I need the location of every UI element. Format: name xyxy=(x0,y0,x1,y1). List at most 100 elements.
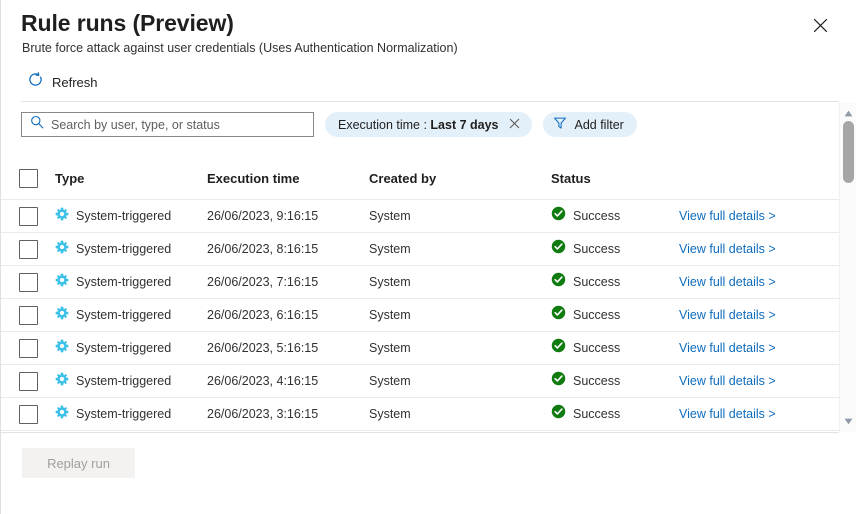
row-checkbox[interactable] xyxy=(18,206,38,226)
close-icon xyxy=(509,116,520,134)
cell-type: System-triggered xyxy=(55,306,207,325)
table-row[interactable]: System-triggered 26/06/2023, 9:16:15 Sys… xyxy=(1,200,839,233)
gear-icon xyxy=(55,405,69,424)
view-full-details-link[interactable]: View full details > xyxy=(679,209,776,223)
table-row[interactable]: System-triggered 26/06/2023, 6:16:15 Sys… xyxy=(1,299,839,332)
close-button[interactable] xyxy=(806,11,834,39)
page-subtitle: Brute force attack against user credenti… xyxy=(22,41,458,55)
cell-actions: View full details > xyxy=(679,405,839,423)
view-full-details-link[interactable]: View full details > xyxy=(679,308,776,322)
footer-divider xyxy=(1,432,839,433)
view-full-details-link[interactable]: View full details > xyxy=(679,407,776,421)
cell-created-by: System xyxy=(369,209,411,223)
cell-execution-time: 26/06/2023, 4:16:15 xyxy=(207,374,319,388)
cell-actions: View full details > xyxy=(679,372,839,390)
search-input[interactable] xyxy=(51,117,307,132)
filter-remove-button[interactable] xyxy=(508,118,522,132)
cell-execution-time: 26/06/2023, 5:16:15 xyxy=(207,341,319,355)
type-label: System-triggered xyxy=(76,275,172,289)
table-row[interactable]: System-triggered 26/06/2023, 5:16:15 Sys… xyxy=(1,332,839,365)
select-all-checkbox[interactable] xyxy=(18,169,38,188)
table-row[interactable]: System-triggered 26/06/2023, 3:16:15 Sys… xyxy=(1,398,839,431)
cell-status: Success xyxy=(551,206,679,226)
table-row[interactable]: System-triggered 26/06/2023, 4:16:15 Sys… xyxy=(1,365,839,398)
success-check-icon xyxy=(551,305,566,325)
type-label: System-triggered xyxy=(76,407,172,421)
success-check-icon xyxy=(551,371,566,391)
cell-created-by: System xyxy=(369,374,411,388)
cell-created-by: System xyxy=(369,407,411,421)
status-label: Success xyxy=(573,407,621,421)
cell-status: Success xyxy=(551,338,679,358)
filter-funnel-icon xyxy=(553,116,567,133)
cell-execution-time: 26/06/2023, 7:16:15 xyxy=(207,275,319,289)
column-header-created-by[interactable]: Created by xyxy=(369,171,551,186)
replay-run-button[interactable]: Replay run xyxy=(22,448,135,478)
command-bar: Refresh xyxy=(21,68,104,96)
view-full-details-link[interactable]: View full details > xyxy=(679,242,776,256)
column-header-status[interactable]: Status xyxy=(551,171,679,186)
success-check-icon xyxy=(551,239,566,259)
row-select-cell xyxy=(1,338,55,358)
row-select-cell xyxy=(1,272,55,292)
table-row[interactable]: System-triggered 26/06/2023, 7:16:15 Sys… xyxy=(1,266,839,299)
row-checkbox[interactable] xyxy=(18,404,38,424)
table-row[interactable]: System-triggered 26/06/2023, 8:16:15 Sys… xyxy=(1,233,839,266)
refresh-button[interactable]: Refresh xyxy=(21,68,104,96)
row-checkbox[interactable] xyxy=(18,371,38,391)
cell-created-by: System xyxy=(369,308,411,322)
type-label: System-triggered xyxy=(76,308,172,322)
cell-actions: View full details > xyxy=(679,207,839,225)
row-checkbox[interactable] xyxy=(18,239,38,259)
add-filter-label: Add filter xyxy=(574,117,624,132)
status-label: Success xyxy=(573,308,621,322)
rule-runs-panel: Rule runs (Preview) Brute force attack a… xyxy=(0,0,856,514)
status-label: Success xyxy=(573,374,621,388)
scrollbar-thumb[interactable] xyxy=(843,121,854,183)
cell-actions: View full details > xyxy=(679,306,839,324)
success-check-icon xyxy=(551,206,566,226)
cell-status: Success xyxy=(551,404,679,424)
status-label: Success xyxy=(573,341,621,355)
filter-pill-execution-time[interactable]: Execution time : Last 7 days xyxy=(325,112,532,137)
gear-icon xyxy=(55,207,69,226)
vertical-scrollbar[interactable] xyxy=(839,103,856,432)
filter-pill-execution-time-label: Execution time : Last 7 days xyxy=(338,118,499,132)
add-filter-button[interactable]: Add filter xyxy=(542,112,637,137)
cell-execution-time: 26/06/2023, 9:16:15 xyxy=(207,209,319,223)
success-check-icon xyxy=(551,272,566,292)
view-full-details-link[interactable]: View full details > xyxy=(679,374,776,388)
row-checkbox[interactable] xyxy=(18,305,38,325)
row-checkbox[interactable] xyxy=(18,338,38,358)
gear-icon xyxy=(55,372,69,391)
table-body: System-triggered 26/06/2023, 9:16:15 Sys… xyxy=(1,200,839,431)
row-select-cell xyxy=(1,371,55,391)
scroll-up-arrow-icon[interactable] xyxy=(840,105,856,122)
cell-created-by: System xyxy=(369,242,411,256)
column-header-type[interactable]: Type xyxy=(55,171,207,186)
filter-row: Execution time : Last 7 days Add filter xyxy=(21,112,637,137)
type-label: System-triggered xyxy=(76,341,172,355)
refresh-label: Refresh xyxy=(52,74,98,90)
refresh-icon xyxy=(27,72,44,92)
row-checkbox[interactable] xyxy=(18,272,38,292)
status-label: Success xyxy=(573,242,621,256)
cell-status: Success xyxy=(551,239,679,259)
page-title: Rule runs (Preview) xyxy=(21,10,234,36)
cell-actions: View full details > xyxy=(679,240,839,258)
column-header-execution-time[interactable]: Execution time xyxy=(207,171,369,186)
gear-icon xyxy=(55,306,69,325)
type-label: System-triggered xyxy=(76,242,172,256)
status-label: Success xyxy=(573,275,621,289)
type-label: System-triggered xyxy=(76,209,172,223)
filter-prefix: Execution time : xyxy=(338,117,431,132)
view-full-details-link[interactable]: View full details > xyxy=(679,275,776,289)
search-box[interactable] xyxy=(21,112,314,137)
view-full-details-link[interactable]: View full details > xyxy=(679,341,776,355)
row-select-cell xyxy=(1,206,55,226)
cell-actions: View full details > xyxy=(679,339,839,357)
cell-actions: View full details > xyxy=(679,273,839,291)
scroll-down-arrow-icon[interactable] xyxy=(840,413,856,430)
select-all-cell xyxy=(1,169,55,188)
success-check-icon xyxy=(551,338,566,358)
